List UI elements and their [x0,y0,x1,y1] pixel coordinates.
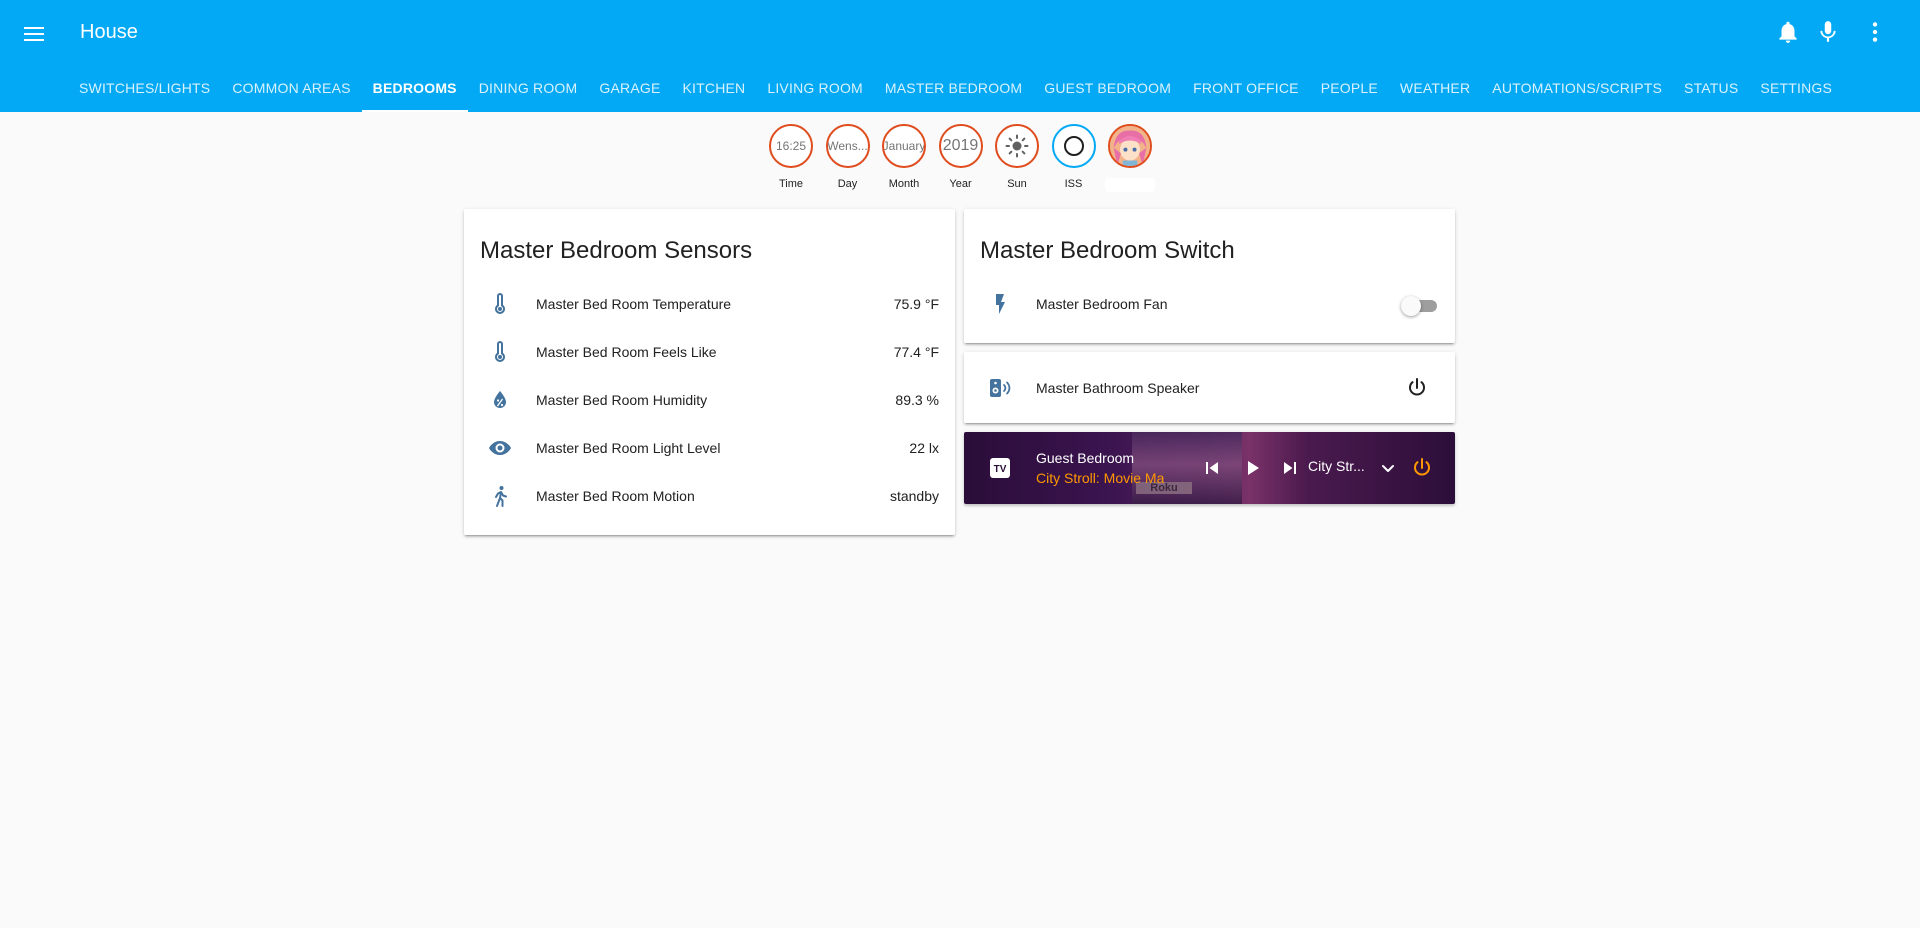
badge-value[interactable] [1051,124,1096,168]
thermometer-icon [480,284,520,324]
badge-value[interactable]: January [882,124,926,168]
skip-next-icon[interactable] [1278,456,1302,480]
tv-icon: TV [990,458,1010,478]
walk-icon [480,476,520,516]
fan-toggle-switch[interactable] [1401,296,1437,316]
entity-name: Master Bed Room Feels Like [536,344,717,360]
speaker-icon [980,368,1020,408]
entity-state: 89.3 % [895,392,939,408]
badge-time: 16:25 Time [763,124,819,192]
view-tabs: SWITCHES/LIGHTS COMMON AREAS BEDROOMS DI… [68,68,1843,112]
tab-settings[interactable]: SETTINGS [1749,68,1843,112]
card-title: Master Bedroom Sensors [480,237,753,264]
entity-state: standby [889,488,939,504]
source-select[interactable]: City Str... [1308,458,1365,474]
sun-icon [1005,134,1029,158]
badge-label: Year [949,178,972,190]
now-playing-title: City Stroll: Movie Ma [1036,470,1164,486]
badge-month: January Month [876,124,932,192]
badge-sun: Sun [989,124,1045,192]
entity-row[interactable]: Master Bedroom Fan [964,284,1455,324]
page-title: House [80,21,138,43]
badges-row: 16:25 Time Wens... Day January Month 201… [763,124,1159,192]
water-percent-icon [480,380,520,420]
skip-previous-icon[interactable] [1200,456,1224,480]
entity-name: Master Bed Room Humidity [536,392,708,408]
entity-state: 22 lx [909,440,939,456]
notifications-bell-icon[interactable] [1775,19,1801,45]
badge-iss: ISS [1046,124,1102,192]
badge-label: Time [778,178,804,190]
tab-garage[interactable]: GARAGE [588,68,671,112]
chevron-down-icon[interactable] [1376,456,1400,480]
badge-day: Wens... Day [820,124,876,192]
sensors-card: Master Bedroom Sensors Master Bed Room T… [464,209,955,535]
tab-dining-room[interactable]: DINING ROOM [468,68,589,112]
entity-row[interactable]: Master Bathroom Speaker [964,368,1455,408]
flash-icon [980,284,1020,324]
entity-row[interactable]: Master Bed Room Feels Like 77.4 °F [464,332,955,372]
entity-row[interactable]: Master Bed Room Temperature 75.9 °F [464,284,955,324]
menu-icon[interactable] [22,20,50,48]
speaker-card: Master Bathroom Speaker [964,352,1455,423]
entity-name: Master Bed Room Temperature [536,296,732,312]
badge-person [1102,124,1158,192]
badge-value[interactable]: Wens... [825,124,870,168]
media-player-name: Guest Bedroom [1036,450,1135,466]
tab-status[interactable]: STATUS [1673,68,1749,112]
app-toolbar: House SWITCHES/LIGHTS COMMON AREAS BEDRO… [0,0,1920,112]
tab-kitchen[interactable]: KITCHEN [672,68,757,112]
tab-automations-scripts[interactable]: AUTOMATIONS/SCRIPTS [1481,68,1673,112]
entity-name: Master Bedroom Fan [1036,296,1168,312]
eye-icon [480,428,520,468]
power-icon[interactable] [1405,376,1429,400]
play-icon[interactable] [1240,456,1264,480]
entity-state: 77.4 °F [893,344,939,360]
badge-value[interactable]: 2019 [938,124,983,168]
tab-switches-lights[interactable]: SWITCHES/LIGHTS [68,68,221,112]
entity-state: 75.9 °F [893,296,939,312]
thermometer-icon [480,332,520,372]
badge-label: ISS [1064,178,1083,190]
tab-master-bedroom[interactable]: MASTER BEDROOM [874,68,1033,112]
tab-common-areas[interactable]: COMMON AREAS [221,68,361,112]
tab-bedrooms[interactable]: BEDROOMS [361,68,468,112]
badge-year: 2019 Year [933,124,989,192]
badge-value[interactable] [1108,124,1152,168]
tab-guest-bedroom[interactable]: GUEST BEDROOM [1033,68,1182,112]
entity-name: Master Bed Room Light Level [536,440,721,456]
svg-text:TV: TV [994,464,1007,475]
entity-name: Master Bathroom Speaker [1036,380,1200,396]
badge-label [1105,178,1155,192]
entity-name: Master Bed Room Motion [536,488,695,504]
circle-outline-icon [1063,136,1084,156]
badge-label: Month [888,178,920,190]
entity-row[interactable]: Master Bed Room Motion standby [464,476,955,516]
badge-value[interactable] [995,124,1039,168]
entity-row[interactable]: Master Bed Room Humidity 89.3 % [464,380,955,420]
badge-value[interactable]: 16:25 [769,124,813,168]
tab-front-office[interactable]: FRONT OFFICE [1182,68,1310,112]
media-artwork: Roku [1132,432,1242,504]
switch-card: Master Bedroom Switch Master Bedroom Fan [964,209,1455,343]
power-icon[interactable] [1410,456,1434,480]
tab-weather[interactable]: WEATHER [1389,68,1481,112]
tab-people[interactable]: PEOPLE [1310,68,1389,112]
person-avatar [1110,126,1150,166]
badge-label: Sun [1007,178,1027,190]
tab-living-room[interactable]: LIVING ROOM [756,68,874,112]
card-title: Master Bedroom Switch [980,237,1235,264]
more-vertical-icon[interactable] [1862,19,1888,45]
badge-label: Day [837,178,858,190]
microphone-icon[interactable] [1815,19,1841,45]
media-player-card: Roku TV Guest Bedroom City Stroll: Movie… [964,432,1455,504]
entity-row[interactable]: Master Bed Room Light Level 22 lx [464,428,955,468]
